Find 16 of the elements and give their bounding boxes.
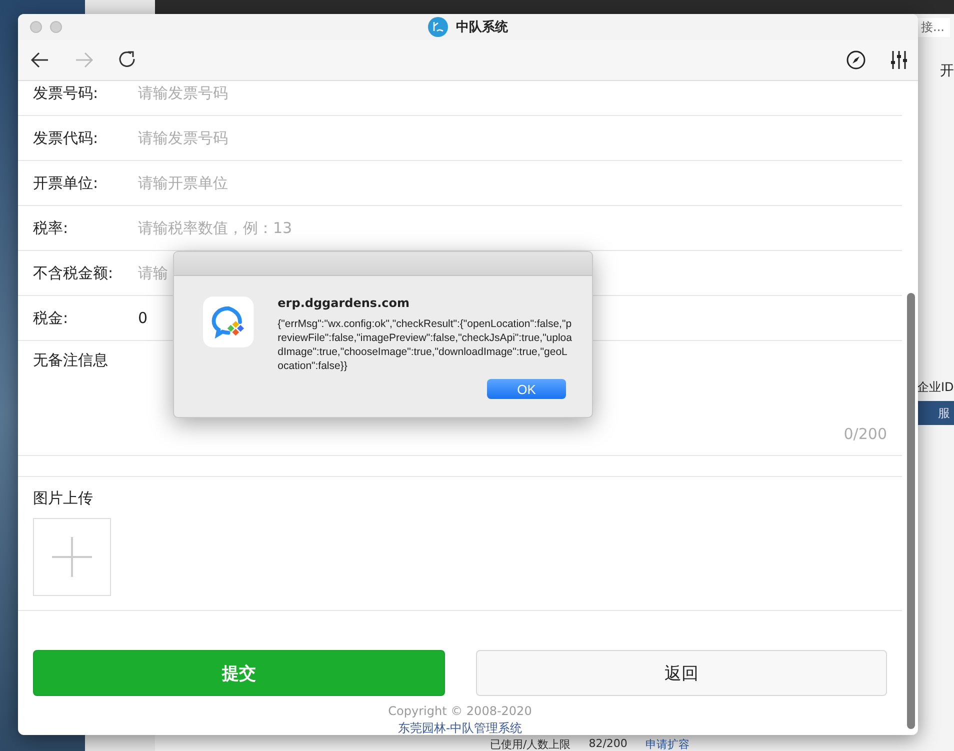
copyright-text: Copyright © 2008-2020 [388, 704, 532, 718]
field-label: 不含税金额: [33, 264, 114, 282]
field-label: 发票号码: [33, 84, 100, 102]
usage-label: 已使用/人数上限 [490, 737, 571, 751]
dialog-title: erp.dggardens.com [278, 296, 410, 310]
field-label: 企业ID [917, 379, 954, 396]
window-title: 中队系统 [456, 18, 508, 36]
field-label: 税金: [33, 308, 70, 328]
field-label: 发票代码: [33, 128, 100, 148]
character-counter: 0/200 [844, 425, 887, 443]
section-title: 图片上传 [33, 489, 94, 508]
field-label: 税率: [33, 218, 70, 238]
dialog-message: {"errMsg":"wx.config:ok","checkResult":{"openLocation":false,"previewFile":false,"imagePreview":false,"checkJsApi":true,"uploadImage":true,"chooseImage":true,"downloadImage":true,"geoLocation":false}} [278, 317, 572, 373]
field-label: 开票单位: [33, 174, 100, 192]
usage-value: 82/200 [588, 737, 628, 751]
heading-text: 开 [940, 62, 954, 80]
